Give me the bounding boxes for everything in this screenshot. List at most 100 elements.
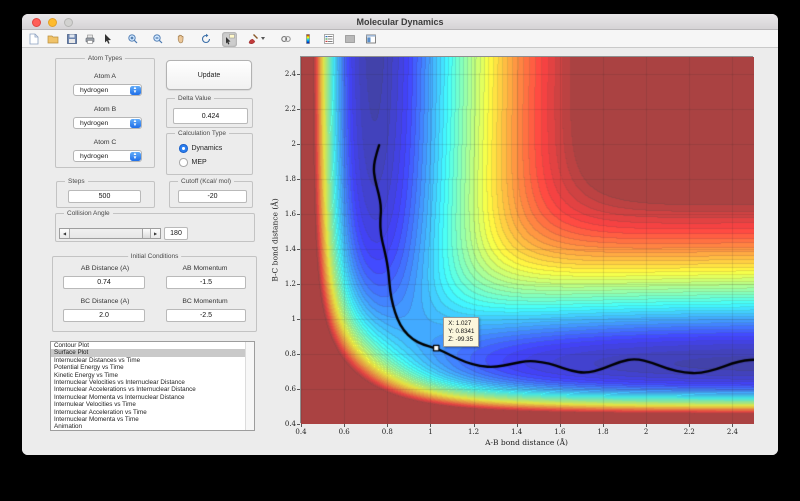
tick-mark: [430, 424, 431, 427]
tick-mark: [297, 319, 300, 320]
rotate-3d-icon[interactable]: [198, 32, 213, 47]
link-plot-icon[interactable]: [278, 32, 293, 47]
hide-plot-tools-icon[interactable]: [342, 32, 357, 47]
ab-momentum-field[interactable]: -1.5: [166, 276, 246, 289]
atom-a-label: Atom A: [94, 73, 116, 80]
contour-plot-axes: A-B bond distance (Å) B-C bond distance …: [300, 56, 753, 423]
xtick-label: 2.4: [727, 428, 738, 436]
xtick-label: 2.2: [684, 428, 695, 436]
save-figure-icon[interactable]: [64, 32, 79, 47]
tick-mark: [301, 424, 302, 427]
list-item[interactable]: Potential Energy vs Time: [51, 364, 254, 371]
atom-b-dropdown[interactable]: hydrogen ▲▼: [73, 117, 142, 129]
list-item[interactable]: Internuclear Momenta vs Time: [51, 416, 254, 423]
list-item[interactable]: Contour Plot: [51, 342, 254, 349]
y-axis-label: B-C bond distance (Å): [271, 198, 280, 281]
collision-angle-slider[interactable]: ◀ ▶: [59, 228, 161, 239]
xtick-label: 2: [644, 428, 648, 436]
pan-hand-icon[interactable]: [173, 32, 188, 47]
data-cursor-tooltip[interactable]: X: 1.027 Y: 0.8341 Z: -99.35: [443, 317, 479, 347]
data-cursor-icon[interactable]: [222, 32, 237, 47]
ytick-label: 2: [292, 140, 296, 148]
cutoff-field[interactable]: -20: [178, 190, 247, 203]
xtick-label: 1.8: [597, 428, 608, 436]
atom-b-label: Atom B: [94, 106, 116, 113]
list-item[interactable]: Internuclear Velocities vs Internuclear …: [51, 379, 254, 386]
list-item[interactable]: Kinetic Energy vs Time: [51, 372, 254, 379]
listbox-scrollbar[interactable]: [245, 342, 254, 430]
tick-mark: [517, 424, 518, 427]
list-item[interactable]: Internuclear Acceleration vs Time: [51, 409, 254, 416]
update-button[interactable]: Update: [166, 60, 252, 90]
ytick-label: 1.6: [285, 210, 296, 218]
list-item[interactable]: Animation: [51, 423, 254, 430]
plot-type-listbox[interactable]: Contour Plot Surface Plot Internuclear D…: [50, 341, 255, 431]
ytick-label: 0.6: [285, 385, 296, 393]
initial-conditions-group: Initial Conditions AB Distance (A) AB Mo…: [52, 256, 257, 332]
window-title: Molecular Dynamics: [22, 14, 778, 30]
xtick-label: 1.2: [468, 428, 479, 436]
list-item[interactable]: Internuclear Accelerations vs Internucle…: [51, 386, 254, 393]
tick-mark: [297, 354, 300, 355]
insert-legend-icon[interactable]: [321, 32, 336, 47]
mep-radio[interactable]: [179, 158, 188, 167]
brush-icon[interactable]: [245, 32, 260, 47]
ytick-label: 1.4: [285, 245, 296, 253]
slider-left-arrow-icon[interactable]: ◀: [60, 229, 70, 238]
bc-distance-field[interactable]: 2.0: [63, 309, 145, 322]
slider-track[interactable]: [70, 229, 150, 238]
stepper-icon: ▲▼: [130, 119, 141, 128]
atom-types-group: Atom Types Atom A hydrogen ▲▼ Atom B hyd…: [55, 58, 155, 168]
tick-mark: [297, 179, 300, 180]
atom-c-dropdown[interactable]: hydrogen ▲▼: [73, 150, 142, 162]
collision-angle-group: Collision Angle ◀ ▶ 180: [55, 213, 255, 242]
atom-c-value: hydrogen: [80, 153, 108, 160]
screenshot-stage: Molecular Dynamics Atom Ty: [0, 0, 800, 501]
atom-a-dropdown[interactable]: hydrogen ▲▼: [73, 84, 142, 96]
calculation-type-title: Calculation Type: [175, 130, 229, 137]
edit-plot-icon[interactable]: [100, 32, 115, 47]
stepper-icon: ▲▼: [130, 152, 141, 161]
list-item[interactable]: Surface Plot: [51, 349, 254, 356]
zoom-out-icon[interactable]: [150, 32, 165, 47]
tick-mark: [344, 424, 345, 427]
tick-mark: [297, 249, 300, 250]
steps-field[interactable]: 500: [68, 190, 141, 203]
slider-right-arrow-icon[interactable]: ▶: [150, 229, 160, 238]
calculation-type-group: Calculation Type Dynamics MEP: [166, 133, 253, 175]
list-item[interactable]: Internulear Velocities vs Time: [51, 401, 254, 408]
dock-figure-icon[interactable]: [363, 32, 378, 47]
tick-mark: [297, 389, 300, 390]
ytick-label: 0.4: [285, 420, 296, 428]
delta-value-field[interactable]: 0.424: [173, 108, 248, 124]
datatip-y: Y: 0.8341: [448, 328, 474, 336]
ytick-label: 0.8: [285, 350, 296, 358]
dynamics-radio-row[interactable]: Dynamics: [179, 144, 222, 153]
ytick-label: 1: [292, 315, 296, 323]
list-item[interactable]: Internuclear Distances vs Time: [51, 357, 254, 364]
tick-mark: [387, 424, 388, 427]
ytick-label: 1.8: [285, 175, 296, 183]
print-figure-icon[interactable]: [82, 32, 97, 47]
new-figure-icon[interactable]: [26, 32, 41, 47]
app-window: Molecular Dynamics Atom Ty: [22, 14, 778, 455]
dynamics-radio[interactable]: [179, 144, 188, 153]
ab-distance-field[interactable]: 0.74: [63, 276, 145, 289]
figure-content: Atom Types Atom A hydrogen ▲▼ Atom B hyd…: [22, 48, 778, 455]
open-file-icon[interactable]: [45, 32, 60, 47]
bc-momentum-field[interactable]: -2.5: [166, 309, 246, 322]
tick-mark: [297, 214, 300, 215]
slider-thumb[interactable]: [142, 229, 150, 238]
tick-mark: [297, 284, 300, 285]
mep-radio-row[interactable]: MEP: [179, 158, 207, 167]
x-axis-label: A-B bond distance (Å): [485, 438, 568, 447]
atom-c-label: Atom C: [94, 139, 117, 146]
collision-angle-field[interactable]: 180: [164, 227, 188, 240]
insert-colorbar-icon[interactable]: [300, 32, 315, 47]
list-item[interactable]: Internuclear Momenta vs Internuclear Dis…: [51, 394, 254, 401]
initial-conditions-title: Initial Conditions: [128, 253, 182, 260]
potential-energy-surface-canvas[interactable]: [301, 57, 754, 424]
datatip-x: X: 1.027: [448, 320, 474, 328]
brush-dropdown-caret-icon[interactable]: [261, 37, 265, 40]
zoom-in-icon[interactable]: [125, 32, 140, 47]
